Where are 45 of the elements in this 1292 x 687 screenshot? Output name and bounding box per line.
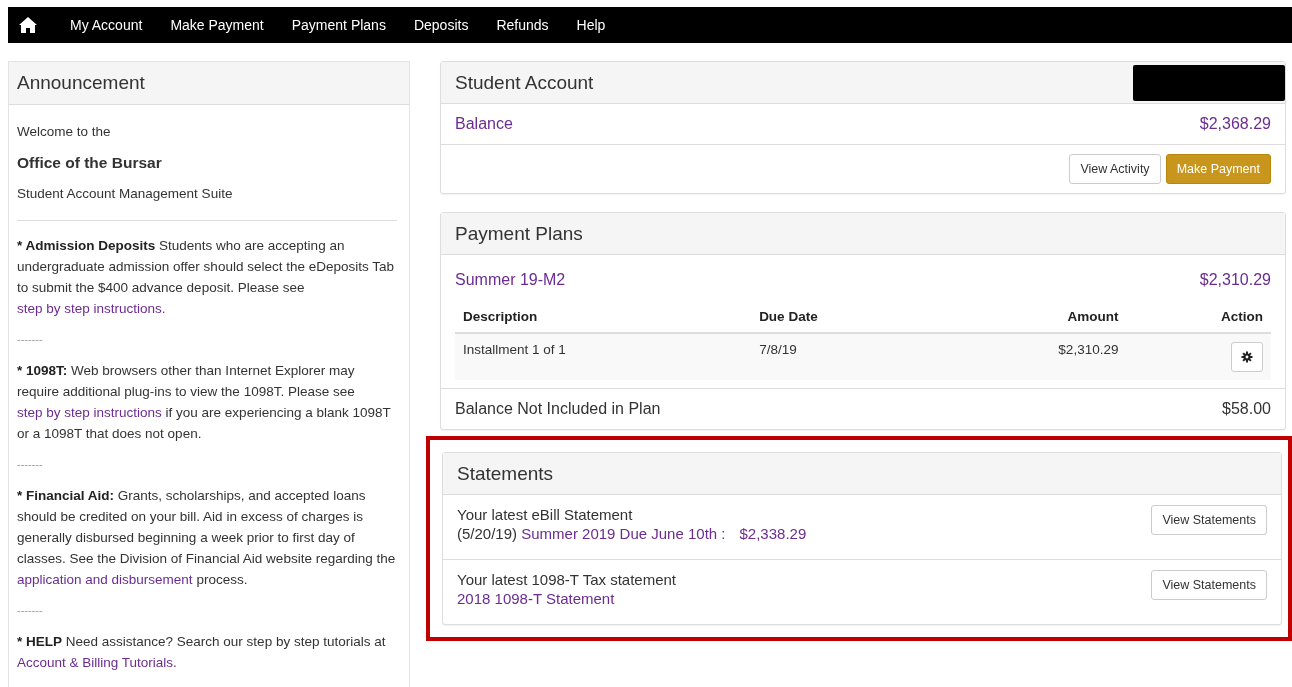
settings-button[interactable]: [1231, 342, 1263, 372]
nav-link[interactable]: Payment Plans: [277, 17, 400, 33]
announcement-link[interactable]: application and disbursement: [17, 572, 193, 587]
settings-icon: [1241, 351, 1253, 363]
announcement-link[interactable]: step by step instructions: [17, 405, 162, 420]
separator-text: -------: [17, 457, 44, 472]
announcement-text: * Admission Deposits Students who are accepting an undergraduate admission offer should select the eDeposits Tab to submit the $400 advance deposit. Please see step by step instructions.: [17, 237, 395, 318]
plan-link[interactable]: Summer 19-M2: [455, 271, 566, 289]
nav-link[interactable]: Refunds: [482, 17, 563, 33]
statement-date: (5/20/19): [457, 525, 519, 542]
panel-title: Student Account: [455, 71, 594, 94]
separator-text: -------: [17, 603, 44, 618]
table-cell: $2,310.29: [936, 333, 1127, 380]
statement-link[interactable]: 2018 1098-T Statement: [457, 590, 615, 607]
view-activity-button[interactable]: View Activity: [1069, 154, 1161, 184]
not-included-amount: $58.00: [1222, 400, 1271, 418]
panel-title: Announcement: [9, 62, 409, 105]
plan-amount: $2,310.29: [1199, 271, 1271, 289]
announcement-text: * Financial Aid: Grants, scholarships, and accepted loans should be credited on your bill. Aid in excess of charges is generally disbursed beginning a week prior to first day of classes. See the Division of Financial Aid website regarding the application and disbursement process.: [17, 487, 397, 589]
statement-link[interactable]: Summer 2019 Due June 10th :: [521, 525, 726, 542]
statement-title: Your latest eBill Statement: [457, 505, 634, 524]
nav-link[interactable]: Deposits: [399, 17, 483, 33]
statement-title: Your latest 1098-T Tax statement: [457, 570, 677, 589]
table-cell: 7/8/19: [751, 333, 937, 380]
announcement-link[interactable]: Account & Billing Tutorials.: [17, 655, 177, 670]
welcome-text: Welcome to the: [17, 123, 112, 141]
not-included-label: Balance Not Included in Plan: [455, 400, 661, 418]
nav-link[interactable]: Help: [562, 17, 620, 33]
view-statements-button[interactable]: View Statements: [1151, 570, 1267, 600]
separator-text: -------: [17, 332, 44, 347]
announcement-link[interactable]: step by step instructions.: [17, 301, 166, 316]
suite-text: Student Account Management Suite: [17, 185, 234, 203]
nav-link[interactable]: My Account: [56, 17, 157, 33]
balance-amount: $2,368.29: [1199, 115, 1271, 133]
balance-link[interactable]: Balance: [455, 115, 513, 133]
announcement-text: * 1098T: Web browsers other than Internet Explorer may require additional plug-ins to view the 1098T. Please see step by step instructions if you are experiencing a blank 1098T or a 1098T that does not open.: [17, 362, 392, 443]
view-statements-button[interactable]: View Statements: [1151, 505, 1267, 535]
panel-title: Statements: [457, 462, 554, 485]
table-cell: Installment 1 of 1: [455, 333, 752, 380]
statement-amount: $2,338.29: [739, 525, 807, 542]
panel-title: Payment Plans: [455, 222, 583, 245]
nav-link[interactable]: Make Payment: [156, 17, 278, 33]
office-title: Office of the Bursar: [17, 153, 163, 173]
home-icon[interactable]: [18, 16, 38, 34]
announcement-text: * HELP Need assistance? Search our step by step tutorials at Account & Billing Tutorials.: [17, 633, 387, 672]
